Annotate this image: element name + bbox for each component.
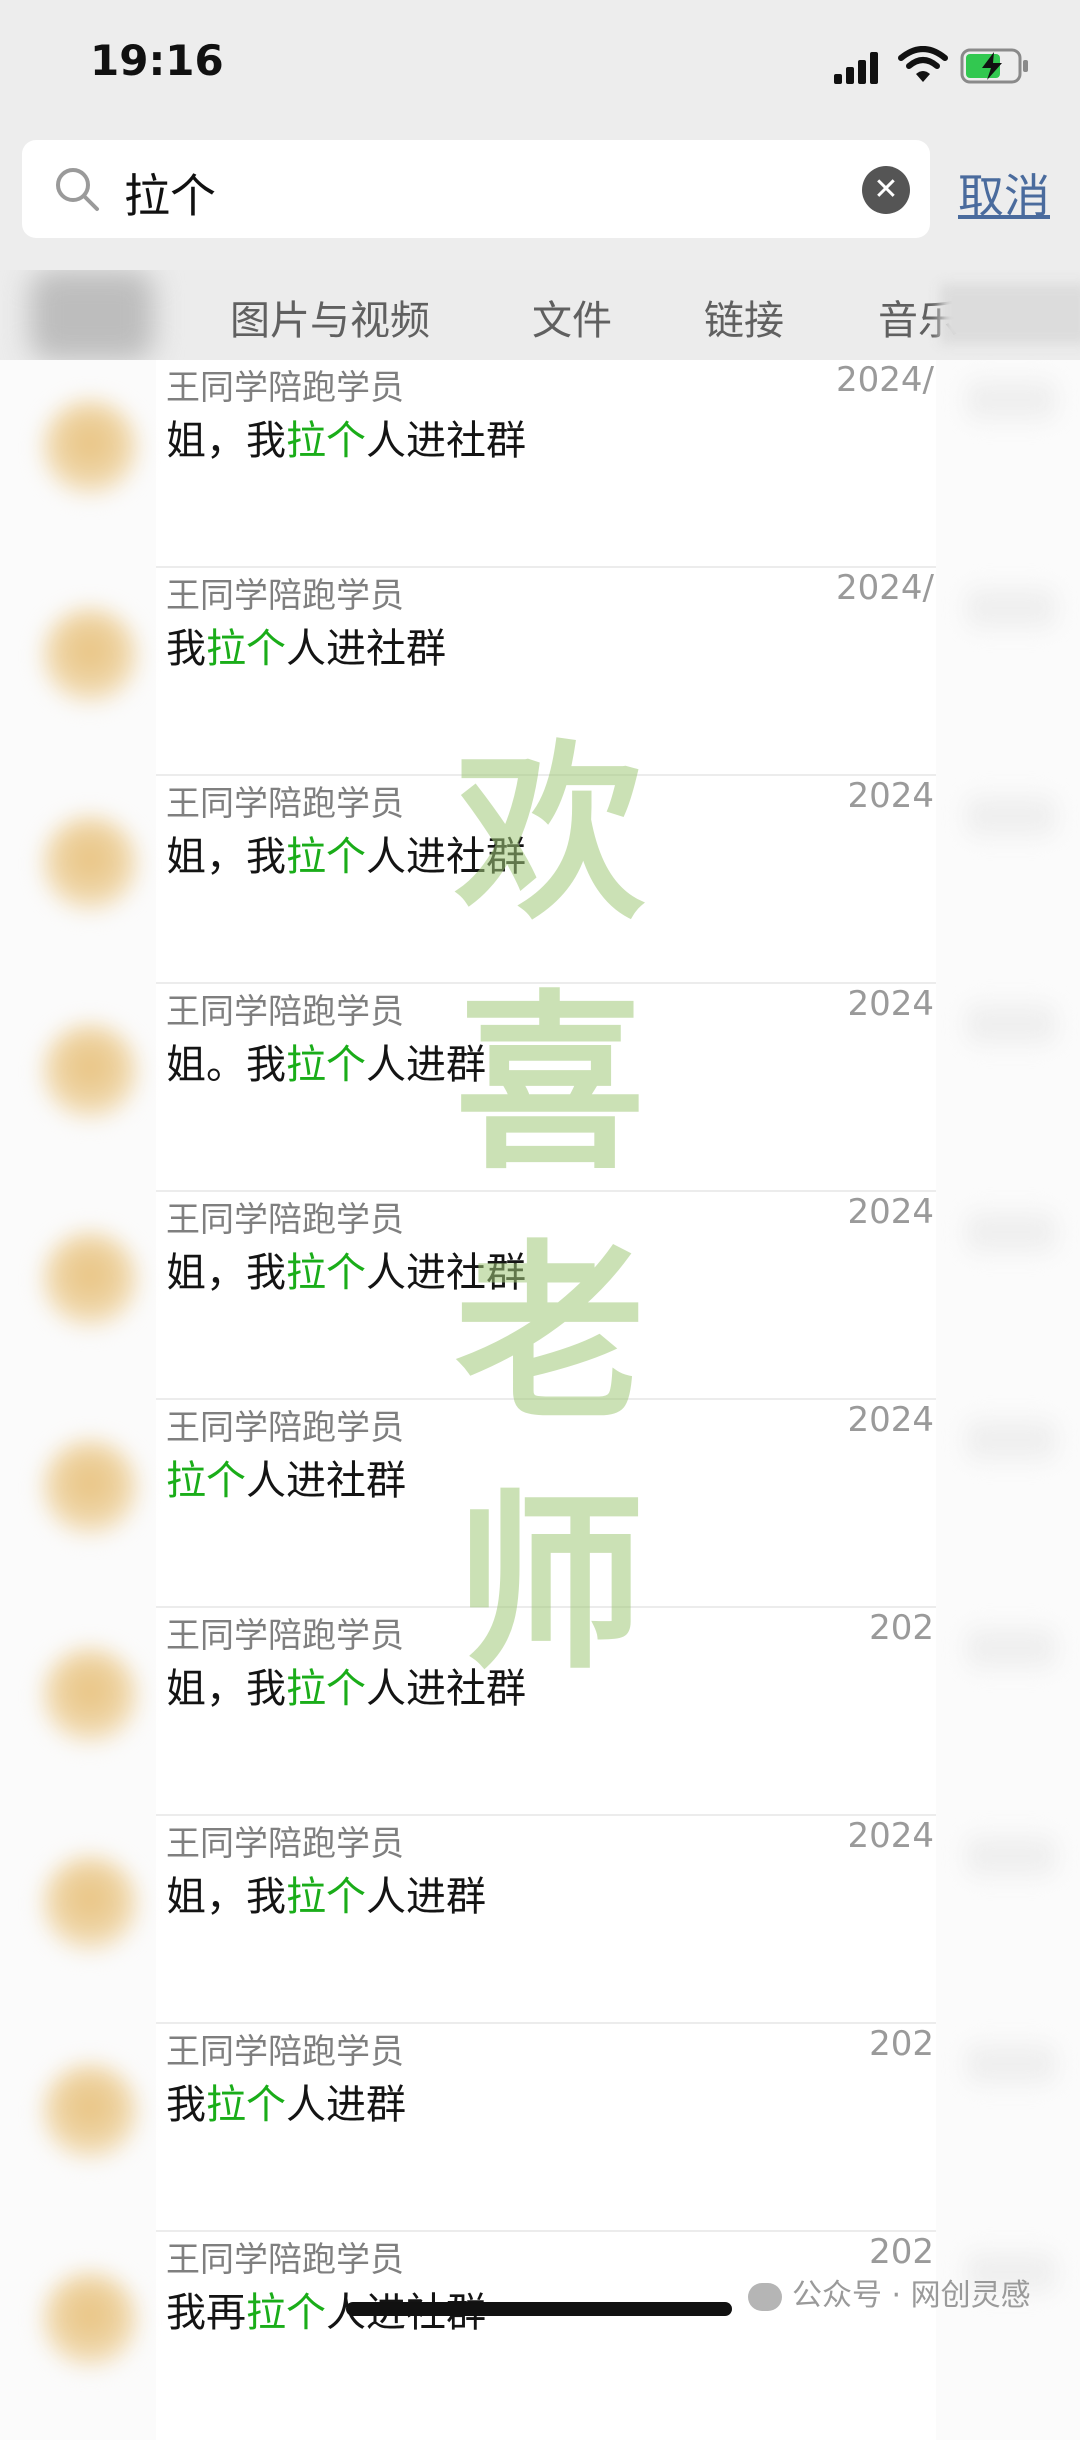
blurred-area	[936, 776, 1080, 984]
message-text: 姐，我拉个人进社群	[166, 418, 526, 464]
keyword-highlight: 拉个	[206, 626, 286, 672]
message-date: 2024/	[836, 360, 934, 400]
message-date: 2024	[847, 984, 934, 1024]
status-bar: 19:16	[0, 0, 1080, 136]
keyword-highlight: 拉个	[286, 834, 366, 880]
wechat-account-watermark: 公众号 · 网创灵感	[748, 2270, 1031, 2314]
keyword-highlight: 拉个	[246, 2290, 326, 2336]
list-item[interactable]: 王同学陪跑学员 2024/ 姐，我拉个人进社群	[0, 360, 1080, 568]
keyword-highlight: 拉个	[286, 418, 366, 464]
clear-icon[interactable]: ✕	[862, 166, 910, 214]
avatar	[42, 1856, 138, 1952]
message-date: 2024	[847, 776, 934, 816]
message-text: 拉个人进社群	[166, 1458, 406, 1504]
keyword-highlight: 拉个	[286, 1250, 366, 1296]
list-item[interactable]: 王同学陪跑学员 202 我再拉个人进社群	[0, 2232, 1080, 2440]
search-bar: 拉个 ✕ 取消	[0, 136, 1080, 270]
filter-tabs: 图片与视频 文件 链接 音乐	[0, 270, 1080, 360]
blurred-area	[936, 2232, 1080, 2440]
sender-name: 王同学陪跑学员	[166, 1200, 404, 1240]
blurred-area	[936, 568, 1080, 776]
message-text: 我拉个人进群	[166, 2082, 406, 2128]
keyword-highlight: 拉个	[286, 1666, 366, 1712]
status-time: 19:16	[90, 36, 224, 85]
watermark-char: 喜	[454, 972, 645, 1195]
keyword-highlight: 拉个	[206, 2082, 286, 2128]
blurred-area	[936, 360, 1080, 568]
message-date: 202	[869, 1608, 934, 1648]
sender-name: 王同学陪跑学员	[166, 1824, 404, 1864]
sender-name: 王同学陪跑学员	[166, 576, 404, 616]
avatar	[42, 2272, 138, 2368]
blurred-area	[936, 1608, 1080, 1816]
sender-name: 王同学陪跑学员	[166, 2032, 404, 2072]
avatar	[42, 816, 138, 912]
sender-name: 王同学陪跑学员	[166, 1408, 404, 1448]
avatar	[42, 400, 138, 496]
blurred-area	[936, 984, 1080, 1192]
message-date: 2024	[847, 1192, 934, 1232]
avatar	[42, 1024, 138, 1120]
blurred-area	[30, 270, 154, 360]
cancel-button[interactable]: 取消	[958, 160, 1050, 226]
message-date: 2024/	[836, 568, 934, 608]
blurred-area	[940, 284, 1080, 344]
message-text: 姐。我拉个人进群	[166, 1042, 486, 1088]
tab-files[interactable]: 文件	[532, 288, 612, 346]
sender-name: 王同学陪跑学员	[166, 784, 404, 824]
watermark-char: 师	[454, 1472, 645, 1695]
message-text: 姐，我拉个人进群	[166, 1874, 486, 1920]
blurred-area	[936, 1400, 1080, 1608]
watermark-char: 老	[454, 1222, 645, 1445]
watermark-char: 欢	[454, 722, 645, 945]
message-date: 202	[869, 2024, 934, 2064]
home-indicator[interactable]	[346, 2302, 732, 2316]
battery-charging-icon	[960, 48, 1028, 84]
cellular-signal-icon	[834, 52, 878, 84]
tab-images-videos[interactable]: 图片与视频	[230, 288, 430, 346]
message-date: 2024	[847, 1816, 934, 1856]
message-date: 202	[869, 2232, 934, 2272]
avatar	[42, 1648, 138, 1744]
avatar	[42, 1232, 138, 1328]
wifi-icon	[898, 46, 948, 82]
keyword-highlight: 拉个	[166, 1458, 246, 1504]
message-date: 2024	[847, 1400, 934, 1440]
sender-name: 王同学陪跑学员	[166, 368, 404, 408]
sender-name: 王同学陪跑学员	[166, 2240, 404, 2280]
blurred-area	[936, 1192, 1080, 1400]
sender-name: 王同学陪跑学员	[166, 992, 404, 1032]
list-item[interactable]: 王同学陪跑学员 2024 姐，我拉个人进群	[0, 1816, 1080, 2024]
blurred-area	[936, 2024, 1080, 2232]
search-query: 拉个	[124, 169, 216, 223]
sender-name: 王同学陪跑学员	[166, 1616, 404, 1656]
avatar	[42, 2064, 138, 2160]
blurred-area	[936, 1816, 1080, 2024]
avatar	[42, 608, 138, 704]
keyword-highlight: 拉个	[286, 1874, 366, 1920]
search-input[interactable]: 拉个 ✕	[22, 140, 930, 238]
search-icon	[56, 168, 99, 211]
wechat-icon	[748, 2282, 782, 2311]
list-item[interactable]: 王同学陪跑学员 202 我拉个人进群	[0, 2024, 1080, 2232]
message-text: 我拉个人进社群	[166, 626, 446, 672]
tab-links[interactable]: 链接	[704, 288, 784, 346]
keyword-highlight: 拉个	[286, 1042, 366, 1088]
avatar	[42, 1440, 138, 1536]
